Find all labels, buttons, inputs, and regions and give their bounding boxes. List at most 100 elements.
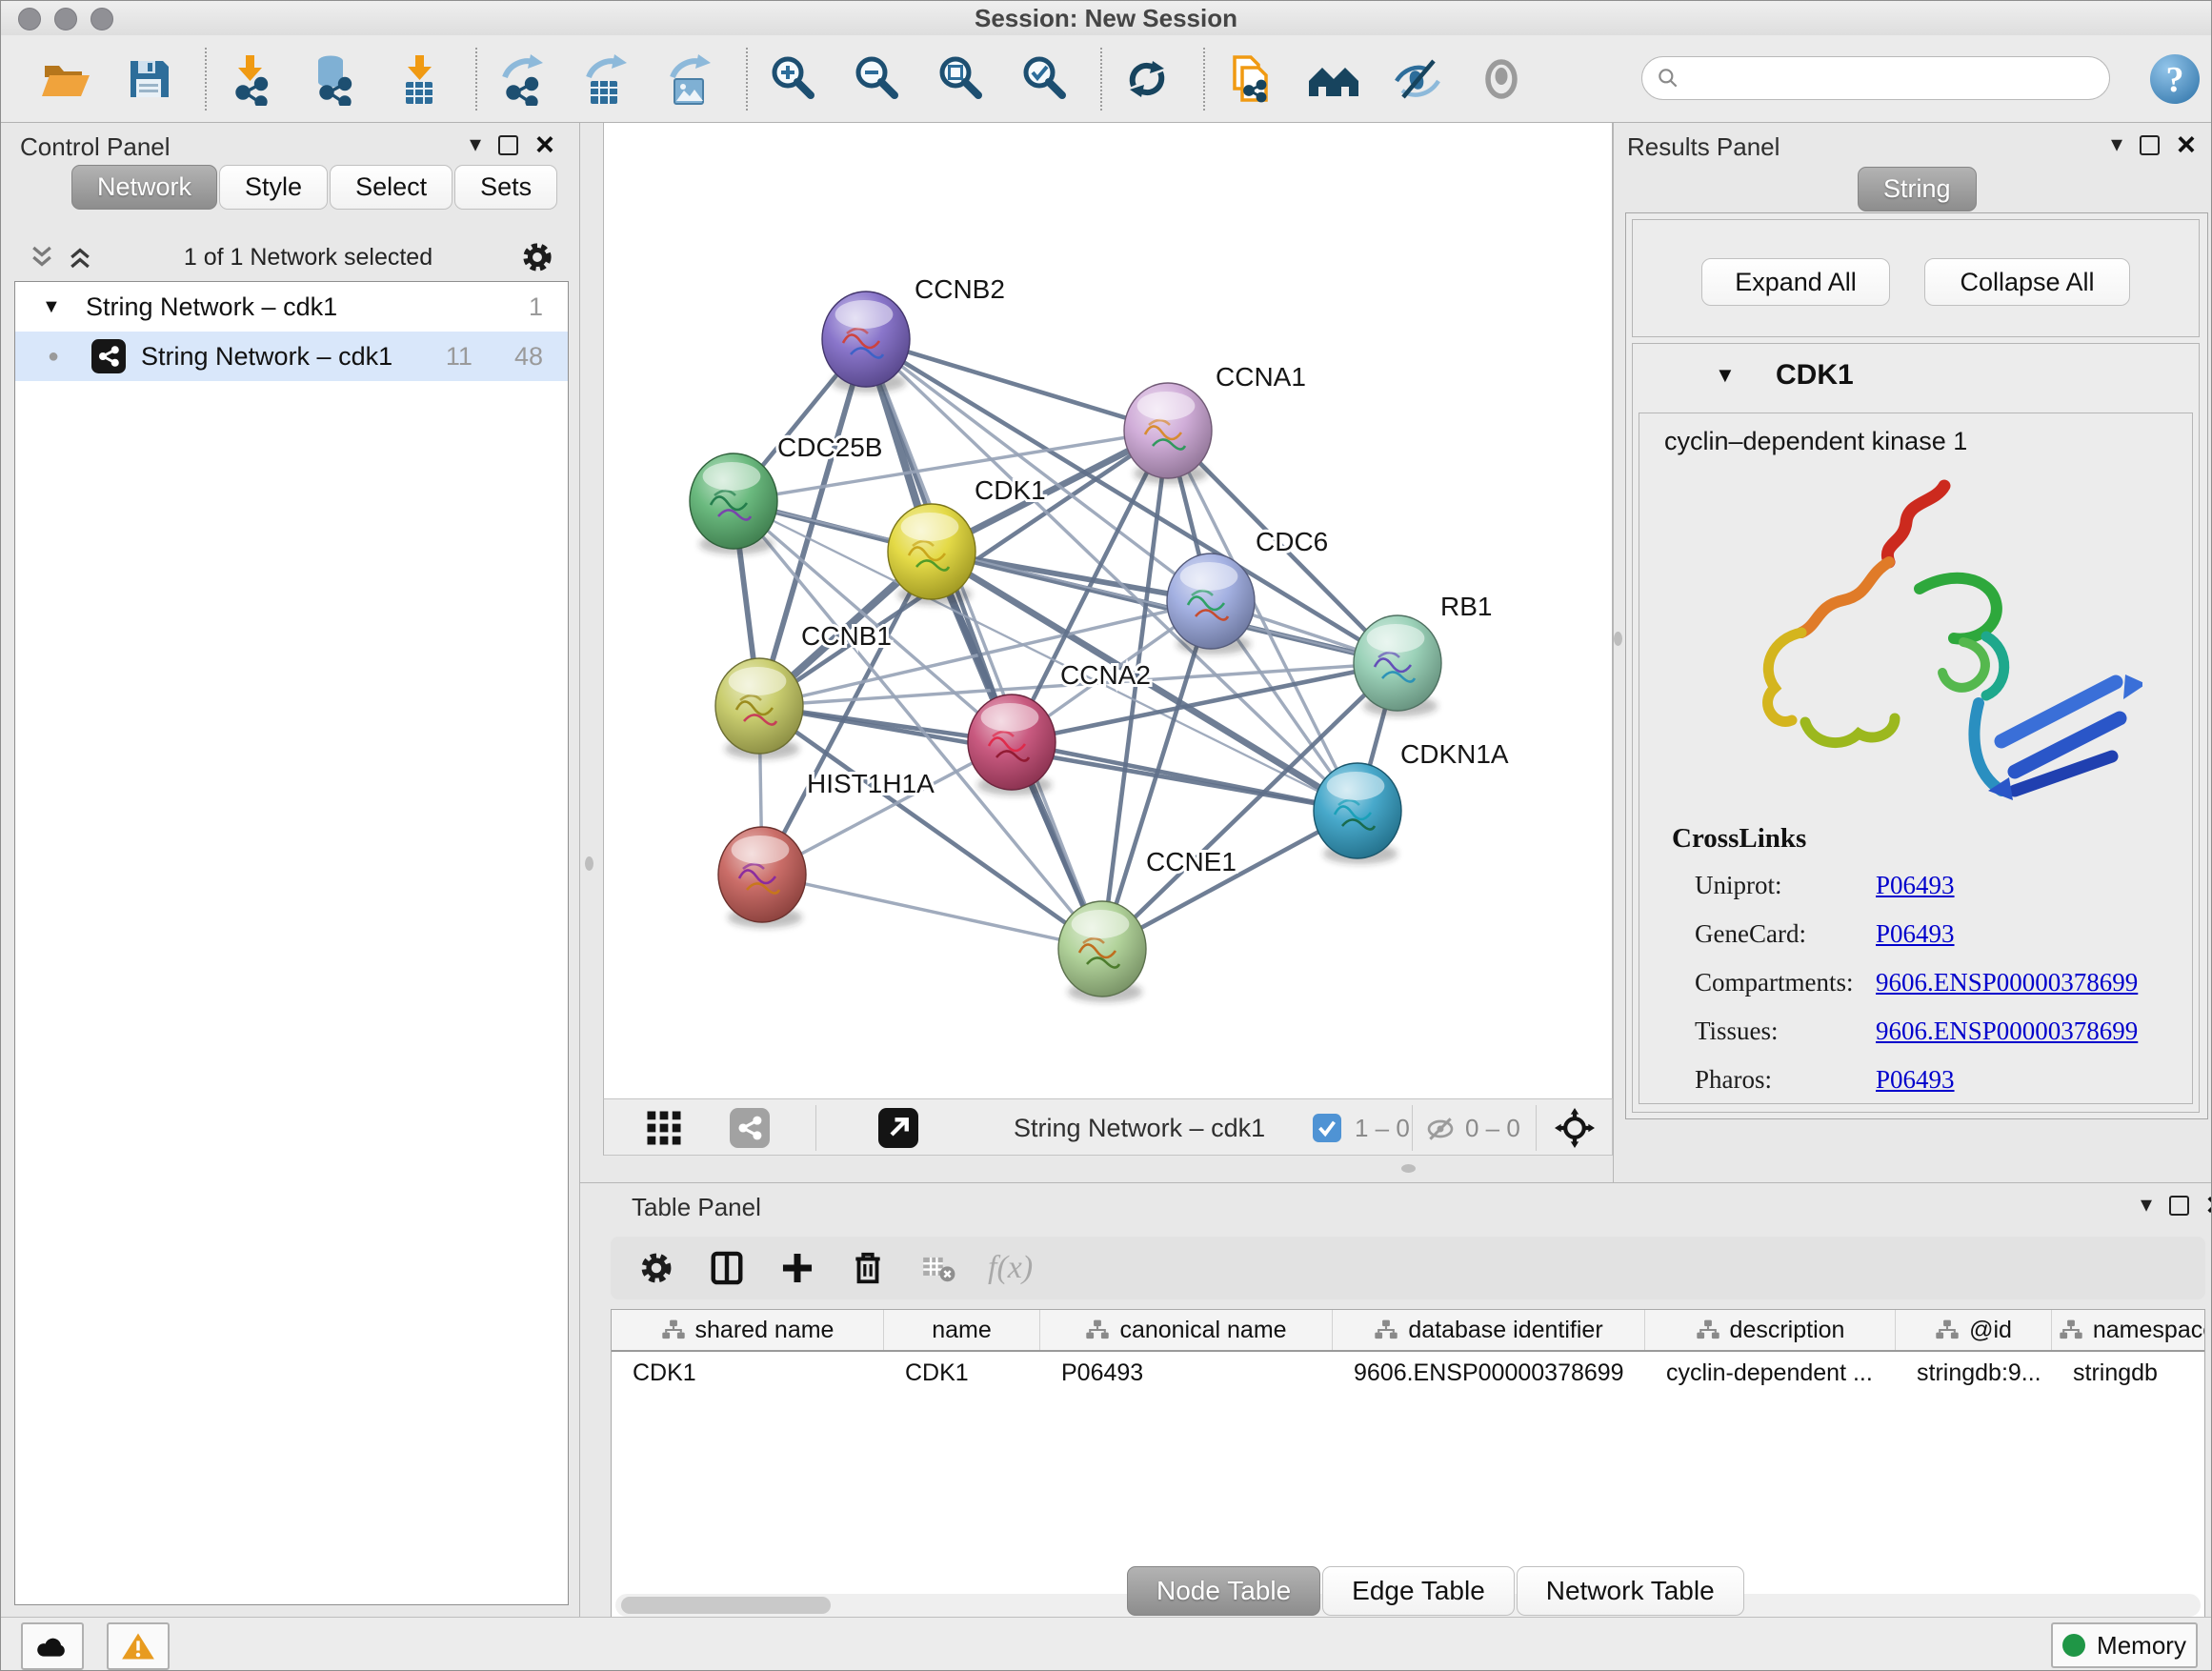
delete-table-button-disabled[interactable] <box>917 1247 959 1289</box>
export-image-button[interactable] <box>660 50 719 109</box>
expand-all-button[interactable]: Expand All <box>1701 258 1890 306</box>
network-node-CCNA2[interactable] <box>968 695 1056 795</box>
expand-all-chevron-icon[interactable] <box>26 243 58 272</box>
first-neighbors-button[interactable] <box>1304 50 1363 109</box>
network-node-CDK1[interactable] <box>888 504 975 605</box>
table-row[interactable]: CDK1CDK1P064939606.ENSP00000378699cyclin… <box>612 1352 2204 1394</box>
crosslink-link[interactable]: 9606.ENSP00000378699 <box>1876 968 2138 997</box>
network-node-CDC25B[interactable] <box>690 453 777 554</box>
tab-node-table[interactable]: Node Table <box>1127 1566 1320 1616</box>
network-column-icon <box>1085 1319 1110 1341</box>
splitter-handle[interactable] <box>1614 632 1622 646</box>
network-node-CCNA1[interactable] <box>1124 383 1212 484</box>
float-panel-icon[interactable] <box>2140 135 2160 155</box>
tab-edge-table[interactable]: Edge Table <box>1322 1566 1515 1616</box>
pan-mode-button[interactable] <box>1555 1108 1595 1148</box>
eye-slash-icon <box>1425 1114 1456 1144</box>
node-label: CCNB2 <box>915 274 1005 304</box>
cloud-status-button[interactable] <box>21 1622 84 1670</box>
column-header-namespace[interactable]: namespace <box>2052 1310 2205 1350</box>
import-network-from-database-button[interactable] <box>306 50 365 109</box>
show-columns-button[interactable] <box>706 1247 748 1289</box>
float-panel-icon[interactable] <box>2169 1196 2189 1216</box>
share-gray-icon <box>730 1108 770 1148</box>
network-node-HIST1H1A[interactable] <box>718 827 806 928</box>
results-section-header[interactable]: ▼ CDK1 <box>1633 344 2199 411</box>
splitter-handle[interactable] <box>585 856 593 871</box>
network-node-RB1[interactable] <box>1354 615 1441 716</box>
create-column-button[interactable] <box>776 1247 818 1289</box>
tab-network[interactable]: Network <box>71 165 217 210</box>
toolbar-separator <box>1536 1105 1537 1151</box>
close-panel-icon[interactable]: × <box>2177 134 2196 155</box>
column-header-canonical-name[interactable]: canonical name <box>1040 1310 1333 1350</box>
tab-style[interactable]: Style <box>219 165 328 210</box>
column-header--id[interactable]: @id <box>1896 1310 2052 1350</box>
splitter-handle[interactable] <box>1401 1164 1416 1173</box>
grid-view-button[interactable] <box>644 1108 684 1148</box>
float-panel-icon[interactable] <box>498 135 518 155</box>
node-label: CCNE1 <box>1146 847 1237 876</box>
warnings-button[interactable] <box>107 1622 170 1670</box>
toolbar-separator <box>1100 48 1102 111</box>
network-collection-count: 1 <box>529 292 543 322</box>
zoom-out-button[interactable] <box>847 50 906 109</box>
zoom-selected-button[interactable] <box>1015 50 1074 109</box>
network-node-CDKN1A[interactable] <box>1314 763 1401 864</box>
export-table-button[interactable] <box>576 50 635 109</box>
tab-network-table[interactable]: Network Table <box>1517 1566 1744 1616</box>
network-row-selected[interactable]: ● String Network – cdk1 11 48 <box>15 332 568 381</box>
network-collection-row[interactable]: ▼ String Network – cdk1 1 <box>15 282 568 332</box>
column-header-database-identifier[interactable]: database identifier <box>1333 1310 1645 1350</box>
tab-sets[interactable]: Sets <box>454 165 557 210</box>
memory-button[interactable]: Memory <box>2051 1622 2198 1668</box>
network-view-button[interactable] <box>730 1108 770 1148</box>
import-network-from-file-icon <box>225 52 278 106</box>
column-header-description[interactable]: description <box>1645 1310 1896 1350</box>
import-network-from-file-button[interactable] <box>222 50 281 109</box>
apply-layout-button[interactable] <box>1117 50 1176 109</box>
network-node-CCNB1[interactable] <box>715 658 803 759</box>
selected-nodes-checkbox[interactable] <box>1313 1114 1341 1142</box>
hidden-toggle-button[interactable] <box>1425 1114 1456 1144</box>
close-panel-icon[interactable]: × <box>2206 1195 2212 1216</box>
save-session-button[interactable] <box>119 50 178 109</box>
show-all-button[interactable] <box>1472 50 1531 109</box>
collapse-panel-icon[interactable]: ▾ <box>470 135 481 154</box>
network-canvas[interactable]: CCNB2 CCNA1 CDC25B CDK1 CDC6 <box>603 123 1613 1098</box>
hide-selected-button[interactable] <box>1388 50 1447 109</box>
node-label: CDKN1A <box>1400 739 1509 769</box>
zoom-in-button[interactable] <box>763 50 822 109</box>
gear-icon[interactable] <box>520 240 554 274</box>
scrollbar-thumb[interactable] <box>621 1597 831 1614</box>
crosslink-link[interactable]: P06493 <box>1876 871 1955 900</box>
open-session-button[interactable] <box>35 50 94 109</box>
tab-select[interactable]: Select <box>330 165 452 210</box>
crosslink-link[interactable]: 9606.ENSP00000378699 <box>1876 1017 2138 1046</box>
column-header-name[interactable]: name <box>884 1310 1040 1350</box>
tab-string[interactable]: String <box>1858 167 1977 211</box>
delete-column-button[interactable] <box>847 1247 889 1289</box>
crosslink-link[interactable]: P06493 <box>1876 1065 1955 1095</box>
zoom-fit-button[interactable] <box>931 50 990 109</box>
search-input[interactable] <box>1688 64 2096 92</box>
section-expand-icon[interactable]: ▼ <box>1715 363 1736 388</box>
tree-expand-icon[interactable]: ▼ <box>42 296 70 318</box>
function-builder-button[interactable]: f(x) <box>988 1250 1033 1286</box>
collapse-panel-icon[interactable]: ▾ <box>2111 135 2122 154</box>
help-button[interactable]: ? <box>2148 52 2202 106</box>
network-node-CCNE1[interactable] <box>1058 901 1146 1002</box>
open-in-window-button[interactable] <box>878 1108 918 1148</box>
column-header-shared-name[interactable]: shared name <box>612 1310 884 1350</box>
collapse-all-button[interactable]: Collapse All <box>1924 258 2130 306</box>
crosslink-label: Pharos: <box>1695 1065 1772 1095</box>
crosslink-link[interactable]: P06493 <box>1876 919 1955 949</box>
new-network-from-selection-button[interactable] <box>1220 50 1279 109</box>
import-table-from-file-button[interactable] <box>390 50 449 109</box>
node-label: HIST1H1A <box>807 769 935 798</box>
table-settings-button[interactable] <box>635 1247 677 1289</box>
collapse-panel-icon[interactable]: ▾ <box>2141 1196 2152 1215</box>
close-panel-icon[interactable]: × <box>535 134 554 155</box>
collapse-all-chevron-icon[interactable] <box>64 243 96 272</box>
export-network-button[interactable] <box>493 50 552 109</box>
